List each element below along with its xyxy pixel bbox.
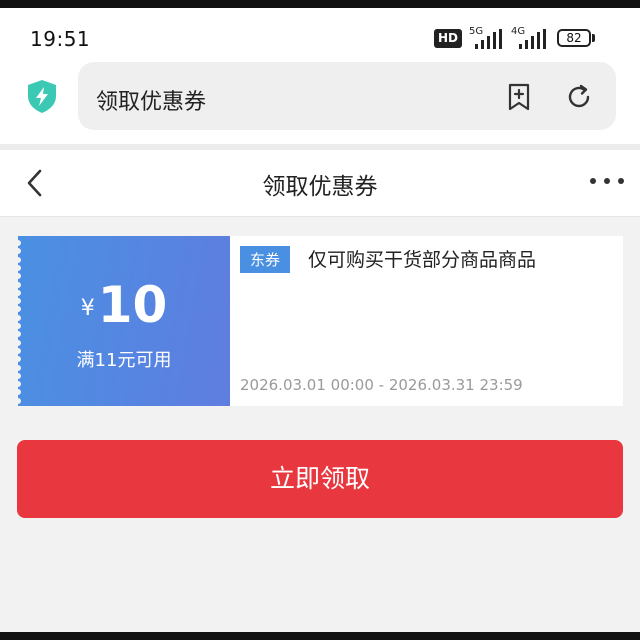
browser-toolbar: 领取优惠券 [0,58,640,144]
coupon-perforation [15,264,21,271]
coupon-tag: 东券 [240,246,291,273]
coupon-perforation [15,240,21,246]
coupon-condition: 满11元可用 [76,350,172,371]
coupon-value-panel: ¥10 满11元可用 [15,236,230,406]
coupon-perforation [15,364,21,371]
coupon-amount: 10 [97,276,168,334]
more-dots-icon[interactable] [588,178,626,188]
coupon-info-panel: 东券 仅可购买干货部分商品商品 2026.03.01 00:00 - 2026.… [230,236,623,406]
coupon-validity: 2026.03.01 00:00 - 2026.03.31 23:59 [240,376,523,394]
reload-icon[interactable] [564,82,594,112]
coupon-perforation [15,256,21,263]
coupon-perforation [15,331,21,338]
coupon-perforation [15,314,21,321]
signal-4g-icon [513,29,553,49]
coupon-perforation [15,281,21,288]
coupon-perforation [15,389,21,396]
coupon-perforation [15,289,21,296]
currency-symbol: ¥ [80,296,95,321]
address-bar[interactable]: 领取优惠券 [78,62,616,130]
bookmark-add-icon[interactable] [504,82,534,112]
address-bar-title: 领取优惠券 [96,90,207,115]
coupon-perforation [15,397,21,404]
claim-button[interactable]: 立即领取 [17,440,623,518]
coupon-description: 仅可购买干货部分商品商品 [308,249,537,271]
hd-badge: HD [434,29,462,48]
signal-5g-icon [469,29,509,49]
status-time: 19:51 [30,27,91,51]
page-header: 领取优惠券 [0,150,640,217]
coupon-perforation [15,347,21,354]
coupon-perforation [15,372,21,379]
top-bezel [0,0,640,8]
coupon-card: ¥10 满11元可用 东券 仅可购买干货部分商品商品 2026.03.01 00… [15,236,623,406]
coupon-perforation [15,381,21,388]
coupon-perforation [15,248,21,255]
shield-bolt-icon[interactable] [24,78,60,114]
battery-icon: 82 [557,29,591,47]
bottom-bezel [0,632,640,640]
coupon-perforation [15,323,21,329]
battery-tip [592,34,595,42]
page-title: 领取优惠券 [262,174,378,200]
coupon-perforation [15,339,21,346]
coupon-amount-row: ¥10 [18,276,230,334]
